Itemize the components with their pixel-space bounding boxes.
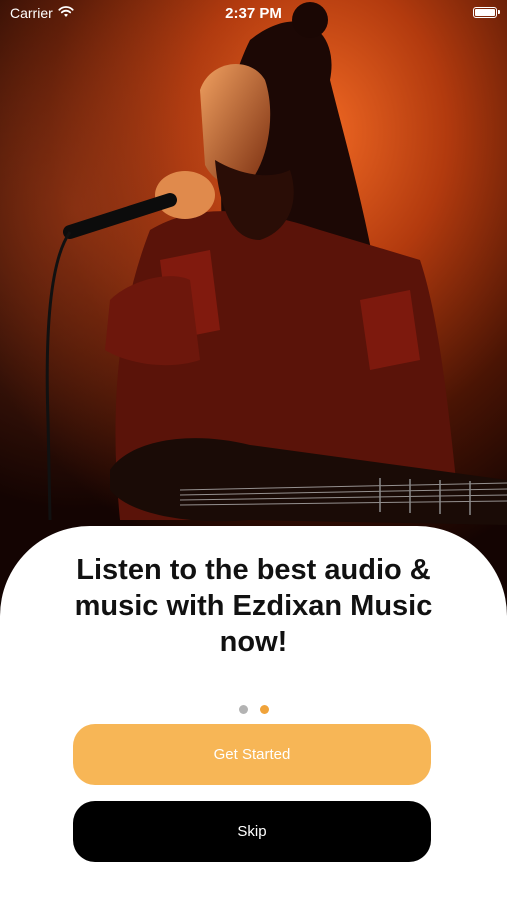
onboarding-sheet: Listen to the best audio & music with Ez… [0, 526, 507, 900]
phone-screen: Carrier 2:37 PM Listen to the best audio… [0, 0, 507, 900]
onboarding-headline: Listen to the best audio & music with Ez… [74, 554, 433, 658]
status-bar: Carrier 2:37 PM [0, 0, 507, 28]
hero-image [0, 0, 507, 600]
page-dot-2-active[interactable] [259, 705, 269, 714]
skip-button[interactable]: Skip [73, 801, 431, 862]
page-dot-1[interactable] [238, 705, 248, 714]
page-indicator [0, 705, 507, 714]
status-time: 2:37 PM [225, 5, 282, 22]
battery-icon [473, 7, 500, 18]
get-started-button[interactable]: Get Started [73, 724, 431, 785]
